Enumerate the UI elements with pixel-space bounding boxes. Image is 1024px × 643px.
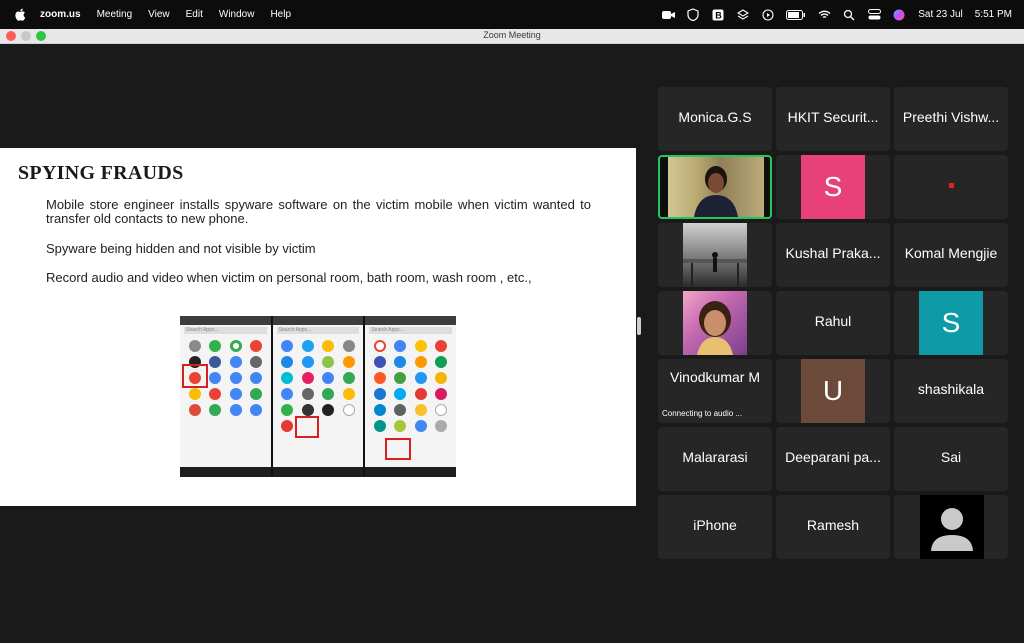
participant-tile[interactable]: Preethi Vishw... [894,87,1008,151]
participant-profile-photo [683,291,747,355]
participant-name: Sai [940,449,962,465]
participant-avatar: S [801,155,865,219]
participant-video-tile-active-speaker[interactable] [658,155,772,219]
menu-window[interactable]: Window [219,9,255,20]
wifi-icon[interactable] [817,8,831,22]
participant-name: Vinodkumar M [669,369,760,385]
zoom-icon[interactable] [661,8,675,22]
participant-tile[interactable]: Rahul [776,291,890,355]
search-icon[interactable] [842,8,856,22]
menu-help[interactable]: Help [270,9,291,20]
slide-paragraph: Mobile store engineer installs spyware s… [46,197,591,226]
slide-title: SPYING FRAUDS [18,162,184,184]
participant-tile[interactable]: Kushal Praka... [776,223,890,287]
participant-avatar: S [919,291,983,355]
svg-text:B: B [715,10,722,20]
shared-screen[interactable]: SPYING FRAUDS Mobile store engineer inst… [0,148,636,506]
participant-name: Monica.G.S [678,109,752,125]
menu-bar: zoom.us Meeting View Edit Window Help B … [0,0,1024,29]
participant-tile[interactable]: Komal Mengjie [894,223,1008,287]
phone-screenshot: Search Apps... [365,316,457,477]
participant-name: HKIT Securit... [787,109,879,125]
menubar-date[interactable]: Sat 23 Jul [918,9,962,20]
phone-search-bar: Search Apps... [276,327,360,334]
participant-tile[interactable]: Ramesh [776,495,890,559]
participant-name: Malararasi [682,449,748,465]
participant-video [668,157,764,217]
siri-icon[interactable] [892,8,906,22]
connecting-audio-status: Connecting to audio ... [662,409,743,418]
control-center-icon[interactable] [867,8,881,22]
participant-name: Rahul [814,313,852,329]
battery-icon[interactable] [786,8,806,22]
menu-meeting[interactable]: Meeting [97,9,133,20]
participant-tile[interactable]: S [894,291,1008,355]
participant-avatar: U [801,359,865,423]
menu-view[interactable]: View [148,9,170,20]
participant-tile[interactable]: Deeparani pa... [776,427,890,491]
menu-app-name[interactable]: zoom.us [40,9,81,20]
participant-tile[interactable] [894,495,1008,559]
menu-edit[interactable]: Edit [186,9,203,20]
participant-name: shashikala [917,381,985,397]
layers-icon[interactable] [736,8,750,22]
apple-icon[interactable] [14,8,26,22]
phone-screenshot: Search Apps... [272,316,364,477]
participant-profile-photo [683,223,747,287]
participant-tile[interactable]: HKIT Securit... [776,87,890,151]
phone-search-bar: Search Apps... [184,327,267,334]
participant-name: Komal Mengjie [904,245,998,261]
participant-tile[interactable]: Monica.G.S [658,87,772,151]
play-icon[interactable] [761,8,775,22]
window-title: Zoom Meeting [483,30,541,40]
participant-tile[interactable]: Sai [894,427,1008,491]
participant-name: Preethi Vishw... [902,109,1000,125]
vpn-shield-icon[interactable] [686,8,700,22]
participant-tile[interactable] [894,155,1008,219]
participant-tile[interactable]: U [776,359,890,423]
default-avatar-icon [920,495,984,559]
app-b-icon[interactable]: B [711,8,725,22]
participant-tile[interactable]: iPhone [658,495,772,559]
slide-paragraph: Spyware being hidden and not visible by … [46,241,316,256]
splitter-handle[interactable] [637,317,641,335]
menubar-time[interactable]: 5:51 PM [975,9,1012,20]
participant-tile[interactable]: Vinodkumar M Connecting to audio ... [658,359,772,423]
participant-name: iPhone [693,517,737,533]
video-indicator-dot [949,183,954,188]
phone-search-bar: Search Apps... [369,327,453,334]
participant-tile[interactable]: Malararasi [658,427,772,491]
phone-screenshots-image: Search Apps... Search Apps... Search App… [180,316,457,477]
participant-tile[interactable] [658,223,772,287]
meeting-area: SPYING FRAUDS Mobile store engineer inst… [0,45,1024,643]
slide-paragraph: Record audio and video when victim on pe… [46,270,532,285]
participant-name: Deeparani pa... [785,449,881,465]
window-title-bar[interactable]: Zoom Meeting [0,29,1024,44]
participant-name: Ramesh [806,517,860,533]
phone-screenshot: Search Apps... [180,316,271,477]
participant-name: Kushal Praka... [785,245,881,261]
participant-tile[interactable]: S [776,155,890,219]
participant-tile[interactable] [658,291,772,355]
participant-tile[interactable]: shashikala [894,359,1008,423]
